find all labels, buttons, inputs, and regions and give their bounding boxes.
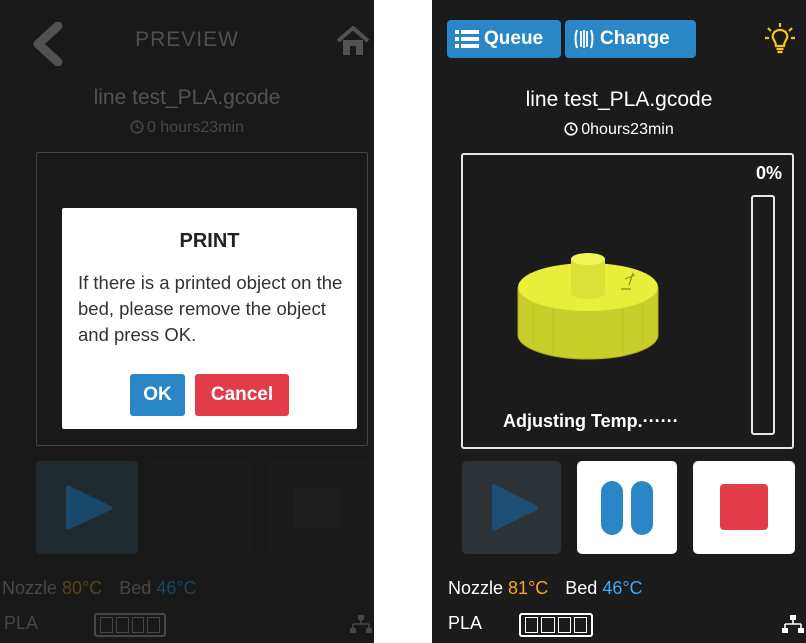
queue-label: Queue bbox=[484, 28, 544, 49]
stop-icon bbox=[720, 484, 768, 530]
filament-spool-icon bbox=[574, 29, 594, 49]
change-label: Change bbox=[600, 28, 670, 49]
printing-screen: Queue Change line test_PLA.gcode 0hours2… bbox=[432, 0, 806, 643]
dialog-message: If there is a printed object on the bed,… bbox=[78, 272, 343, 345]
nozzle-label: Nozzle bbox=[448, 578, 504, 598]
lightbulb-icon[interactable] bbox=[764, 22, 796, 56]
3d-model-image bbox=[517, 253, 659, 360]
model-preview: 0% Adjusting Temp.······ bbox=[461, 153, 794, 449]
cancel-button[interactable]: Cancel bbox=[195, 374, 289, 416]
change-filament-button[interactable]: Change bbox=[565, 20, 696, 58]
pause-button[interactable] bbox=[577, 461, 677, 554]
print-time-text: 0hours23min bbox=[581, 121, 674, 138]
temperature-status: Nozzle 81°C Bed 46°C bbox=[448, 578, 643, 599]
stop-button[interactable] bbox=[693, 461, 795, 554]
print-confirm-dialog: PRINT If there is a printed object on th… bbox=[62, 208, 357, 429]
file-name: line test_PLA.gcode bbox=[525, 88, 713, 111]
pause-icon bbox=[601, 481, 623, 535]
play-icon bbox=[492, 484, 539, 531]
progress-percent: 0% bbox=[755, 163, 782, 183]
preview-screen: PREVIEW line test_PLA.gcode 0 hours23min… bbox=[0, 0, 374, 643]
bed-temp: 46°C bbox=[602, 578, 643, 598]
progress-bar bbox=[751, 195, 775, 435]
bed-label: Bed bbox=[565, 578, 598, 598]
network-icon bbox=[782, 615, 804, 633]
filament-gauge bbox=[519, 613, 593, 637]
clock-icon bbox=[564, 122, 578, 136]
list-icon bbox=[455, 30, 479, 48]
dialog-title: PRINT bbox=[179, 230, 240, 252]
filament-label: PLA bbox=[448, 613, 483, 633]
print-time: 0hours23min bbox=[432, 121, 806, 139]
ok-button[interactable]: OK bbox=[130, 374, 185, 416]
nozzle-temp: 81°C bbox=[508, 578, 549, 598]
play-button bbox=[462, 461, 561, 554]
queue-button[interactable]: Queue bbox=[447, 20, 561, 58]
status-message: Adjusting Temp.······ bbox=[503, 411, 679, 431]
